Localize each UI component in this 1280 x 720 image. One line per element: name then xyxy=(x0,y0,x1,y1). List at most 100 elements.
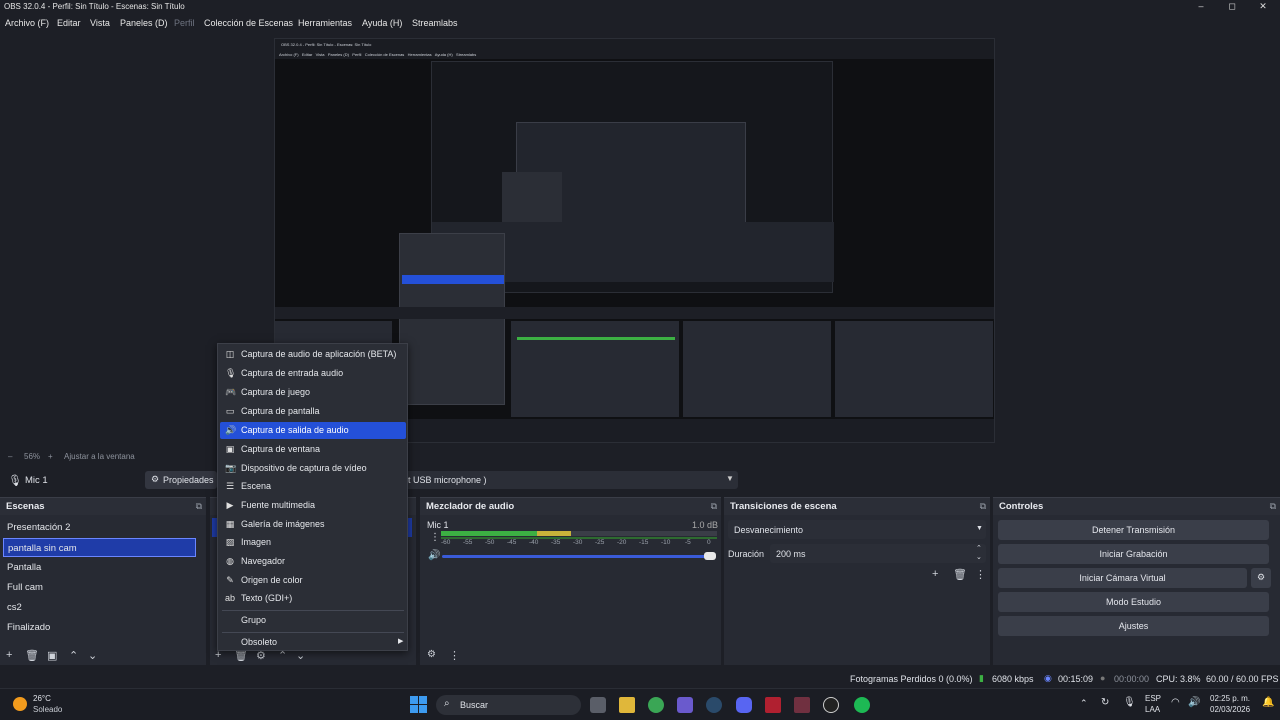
properties-button[interactable]: ⚙ Propiedades xyxy=(145,471,217,489)
close-button[interactable]: ✕ xyxy=(1248,1,1278,14)
volume-icon[interactable]: 🔊 xyxy=(1188,697,1200,708)
menu-coleccion-escenas[interactable]: Colección de Escenas xyxy=(204,18,293,28)
app-icon[interactable] xyxy=(794,697,810,713)
more-options-icon[interactable]: ⋮ xyxy=(430,532,440,543)
language-code[interactable]: ESP xyxy=(1145,694,1161,703)
sync-icon[interactable]: ↻ xyxy=(1101,697,1109,708)
speaker-icon[interactable]: 🔊 xyxy=(428,550,440,561)
chrome-icon[interactable] xyxy=(648,697,664,713)
undock-icon[interactable]: ⧉ xyxy=(1270,501,1276,512)
mixer-dock: Mezclador de audio ⧉ Mic 1 1.0 dB ⋮ -60 … xyxy=(420,497,721,665)
menu-item-label: Texto (GDI+) xyxy=(241,593,293,603)
keyboard-layout[interactable]: LAA xyxy=(1145,705,1160,714)
zoom-in-button[interactable]: + xyxy=(48,452,53,461)
volume-slider[interactable] xyxy=(442,555,710,558)
windows-start-icon[interactable] xyxy=(410,696,427,713)
spin-up-icon[interactable]: ⌃ xyxy=(976,544,982,552)
move-down-icon[interactable]: ⌄ xyxy=(88,649,97,662)
app-icon[interactable] xyxy=(765,697,781,713)
scene-item[interactable]: Full cam xyxy=(3,578,196,597)
menu-item-image-slideshow[interactable]: ▦ Galería de imágenes xyxy=(220,516,406,533)
menu-item-display-capture[interactable]: ▭ Captura de pantalla xyxy=(220,403,406,420)
obs-icon[interactable] xyxy=(823,697,839,713)
scene-item-selected[interactable]: pantalla sin cam xyxy=(3,538,196,557)
undock-icon[interactable]: ⧉ xyxy=(711,501,717,512)
menu-item-text-gdi[interactable]: ab Texto (GDI+) xyxy=(220,590,406,607)
speaker-icon: ◫ xyxy=(225,349,235,359)
task-view-icon[interactable] xyxy=(590,697,606,713)
menu-streamlabs[interactable]: Streamlabs xyxy=(412,18,458,28)
images-icon: ▦ xyxy=(225,519,235,529)
menu-ayuda[interactable]: Ayuda (H) xyxy=(362,18,402,28)
mixer-settings-icon[interactable]: ⚙ xyxy=(427,649,436,660)
menu-editar[interactable]: Editar xyxy=(57,18,81,28)
scene-item[interactable]: cs2 xyxy=(3,598,196,617)
menu-item-group[interactable]: Grupo xyxy=(220,612,406,629)
more-options-icon[interactable]: ⋮ xyxy=(975,568,986,581)
sun-icon[interactable] xyxy=(13,697,27,711)
spotify-icon[interactable] xyxy=(854,697,870,713)
microphone-icon: 🎙 xyxy=(8,475,22,487)
add-transition-icon[interactable]: + xyxy=(932,568,938,580)
menu-perfil[interactable]: Perfil xyxy=(174,18,195,28)
taskbar-search[interactable]: ⌕ Buscar xyxy=(436,695,581,715)
scene-item[interactable]: Finalizado xyxy=(3,618,196,637)
start-virtual-camera-button[interactable]: Iniciar Cámara Virtual xyxy=(998,568,1247,588)
maximize-button[interactable]: ◻ xyxy=(1217,1,1247,14)
trash-icon[interactable]: 🗑 xyxy=(953,568,967,581)
menu-item-video-device[interactable]: 📷 Dispositivo de captura de vídeo xyxy=(220,460,406,477)
menu-item-browser[interactable]: ◍ Navegador xyxy=(220,553,406,570)
trash-icon[interactable]: 🗑 xyxy=(25,649,39,662)
minimize-button[interactable]: – xyxy=(1186,1,1216,14)
more-options-icon[interactable]: ⋮ xyxy=(449,649,460,662)
volume-slider-handle[interactable] xyxy=(704,552,716,560)
menu-vista[interactable]: Vista xyxy=(90,18,110,28)
settings-button[interactable]: Ajustes xyxy=(998,616,1269,636)
discord-icon[interactable] xyxy=(736,697,752,713)
wifi-icon[interactable]: ◠ xyxy=(1171,697,1180,708)
chevron-down-icon: ▼ xyxy=(976,525,983,532)
undock-icon[interactable]: ⧉ xyxy=(980,501,986,512)
zoom-out-button[interactable]: – xyxy=(8,452,12,461)
fit-window-button[interactable]: Ajustar a la ventana xyxy=(64,452,135,461)
gear-icon[interactable]: ⚙ xyxy=(1251,568,1271,588)
window-icon: ▣ xyxy=(225,444,235,454)
menu-item-media-source[interactable]: ▶ Fuente multimedia xyxy=(220,497,406,514)
move-up-icon[interactable]: ⌃ xyxy=(69,649,78,662)
file-explorer-icon[interactable] xyxy=(619,697,635,713)
filters-icon[interactable]: ▣ xyxy=(47,649,57,662)
menu-item-color-source[interactable]: ✎ Origen de color xyxy=(220,572,406,589)
menu-herramientas[interactable]: Herramientas xyxy=(298,18,352,28)
chevron-up-icon[interactable]: ⌃ xyxy=(1080,698,1088,709)
menu-item-app-audio[interactable]: ◫ Captura de audio de aplicación (BETA) xyxy=(220,346,406,363)
scene-item[interactable]: Presentación 2 xyxy=(3,518,196,537)
studio-mode-button[interactable]: Modo Estudio xyxy=(998,592,1269,612)
search-placeholder: Buscar xyxy=(460,700,489,710)
teams-icon[interactable] xyxy=(677,697,693,713)
menu-item-obsolete[interactable]: Obsoleto ▶ xyxy=(220,634,406,651)
add-scene-icon[interactable]: + xyxy=(6,649,12,661)
menu-item-audio-input[interactable]: 🎙 Captura de entrada audio xyxy=(220,365,406,382)
menu-paneles[interactable]: Paneles (D) xyxy=(120,18,168,28)
spin-down-icon[interactable]: ⌄ xyxy=(976,553,982,561)
clock-date[interactable]: 02/03/2026 xyxy=(1210,705,1250,714)
microphone-icon[interactable]: 🎙 xyxy=(1123,697,1136,708)
undock-icon[interactable]: ⧉ xyxy=(196,501,202,512)
start-recording-button[interactable]: Iniciar Grabación xyxy=(998,544,1269,564)
device-select[interactable]: t USB microphone ) ▼ xyxy=(400,471,738,489)
clock-time[interactable]: 02:25 p. m. xyxy=(1210,694,1250,703)
menu-item-game-capture[interactable]: 🎮 Captura de juego xyxy=(220,384,406,401)
notification-icon[interactable]: 🔔 xyxy=(1262,697,1274,708)
menu-item-label: Captura de pantalla xyxy=(241,406,320,416)
transition-select[interactable]: Desvanecimiento ▼ xyxy=(728,520,986,539)
steam-icon[interactable] xyxy=(706,697,722,713)
meter-tick: -45 xyxy=(507,539,517,546)
scene-item[interactable]: Pantalla xyxy=(3,558,196,577)
duration-input[interactable]: 200 ms ⌃ ⌄ xyxy=(770,544,986,563)
menu-item-scene[interactable]: ☰ Escena xyxy=(220,478,406,495)
menu-item-window-capture[interactable]: ▣ Captura de ventana xyxy=(220,441,406,458)
menu-item-audio-output[interactable]: 🔊 Captura de salida de audio xyxy=(220,422,406,439)
menu-item-image[interactable]: ▨ Imagen xyxy=(220,534,406,551)
menu-archivo[interactable]: Archivo (F) xyxy=(5,18,49,28)
stop-streaming-button[interactable]: Detener Transmisión xyxy=(998,520,1269,540)
